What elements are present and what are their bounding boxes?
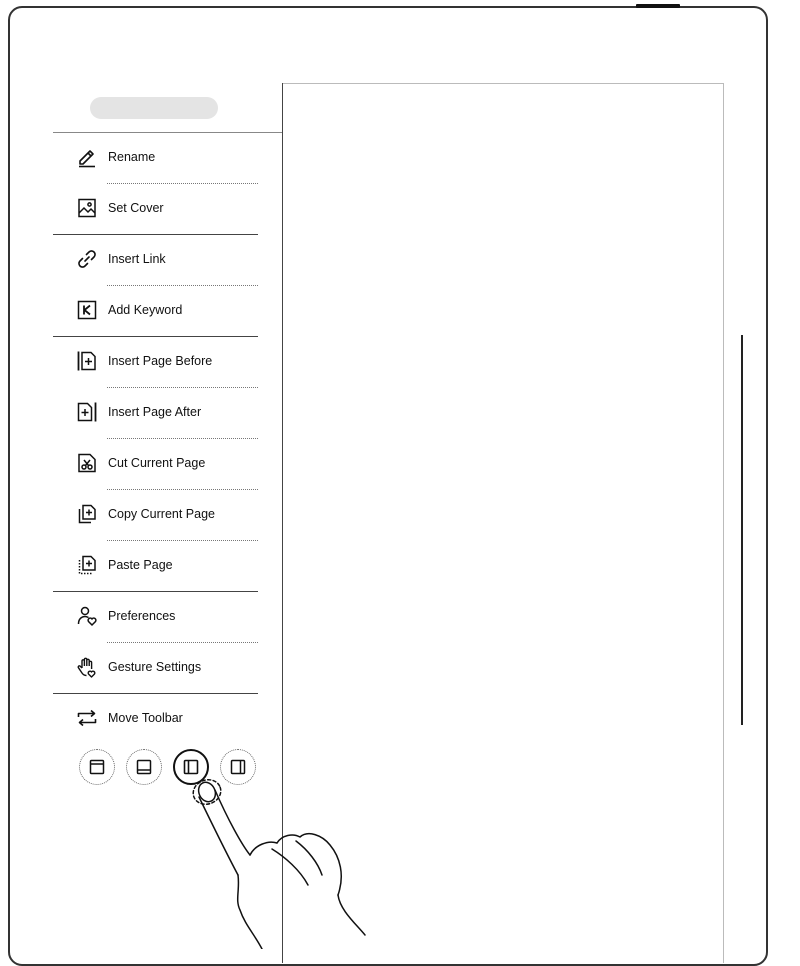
menu-item-label: Insert Link — [108, 252, 166, 266]
menu-item-label: Gesture Settings — [108, 660, 202, 674]
menu-item-label: Move Toolbar — [108, 711, 183, 725]
menu-item-preferences[interactable]: Preferences — [53, 592, 282, 643]
power-button — [636, 4, 680, 8]
menu-item-rename[interactable]: Rename — [53, 133, 282, 184]
menu-item-add-keyword[interactable]: Add Keyword — [53, 286, 282, 337]
menu-item-move-toolbar[interactable]: Move Toolbar — [53, 694, 282, 745]
insert-page-after-icon — [76, 401, 98, 423]
menu-item-gesture-settings[interactable]: Gesture Settings — [53, 643, 282, 694]
menu-item-insert-link[interactable]: Insert Link — [53, 235, 282, 286]
menu-list: Rename Set Cover Insert Link Add Keyword… — [53, 133, 282, 745]
hand-gesture-icon — [76, 656, 98, 678]
toolbar-right-icon — [230, 759, 246, 775]
menu-item-label: Insert Page After — [108, 405, 202, 419]
scissors-page-icon — [76, 452, 98, 474]
copy-page-icon — [76, 503, 98, 525]
menu-item-label: Insert Page Before — [108, 354, 213, 368]
menu-item-set-cover[interactable]: Set Cover — [53, 184, 282, 235]
menu-item-label: Preferences — [108, 609, 176, 623]
menu-item-paste-page[interactable]: Paste Page — [53, 541, 282, 592]
menu-item-label: Set Cover — [108, 201, 164, 215]
paste-page-icon — [76, 554, 98, 576]
toolbar-top-icon — [89, 759, 105, 775]
drag-handle[interactable] — [90, 97, 218, 119]
swap-arrows-icon — [76, 707, 98, 729]
menu-item-label: Cut Current Page — [108, 456, 206, 470]
user-heart-icon — [76, 605, 98, 627]
keyword-k-icon — [76, 299, 98, 321]
menu-item-label: Add Keyword — [108, 303, 183, 317]
toolbar-left-icon — [183, 759, 199, 775]
toolbar-bottom-icon — [136, 759, 152, 775]
link-icon — [76, 248, 98, 270]
menu-item-insert-page-after[interactable]: Insert Page After — [53, 388, 282, 439]
menu-item-insert-page-before[interactable]: Insert Page Before — [53, 337, 282, 388]
menu-item-copy-current-page[interactable]: Copy Current Page — [53, 490, 282, 541]
menu-item-label: Rename — [108, 150, 156, 164]
tapping-hand-illustration — [192, 778, 366, 949]
toolbar-position-bottom-button[interactable] — [126, 749, 162, 785]
menu-item-cut-current-page[interactable]: Cut Current Page — [53, 439, 282, 490]
menu-item-label: Copy Current Page — [108, 507, 216, 521]
image-frame-icon — [76, 197, 98, 219]
menu-item-label: Paste Page — [108, 558, 173, 572]
insert-page-before-icon — [76, 350, 98, 372]
pencil-icon — [76, 146, 98, 168]
side-edge-line — [741, 335, 743, 725]
toolbar-position-top-button[interactable] — [79, 749, 115, 785]
